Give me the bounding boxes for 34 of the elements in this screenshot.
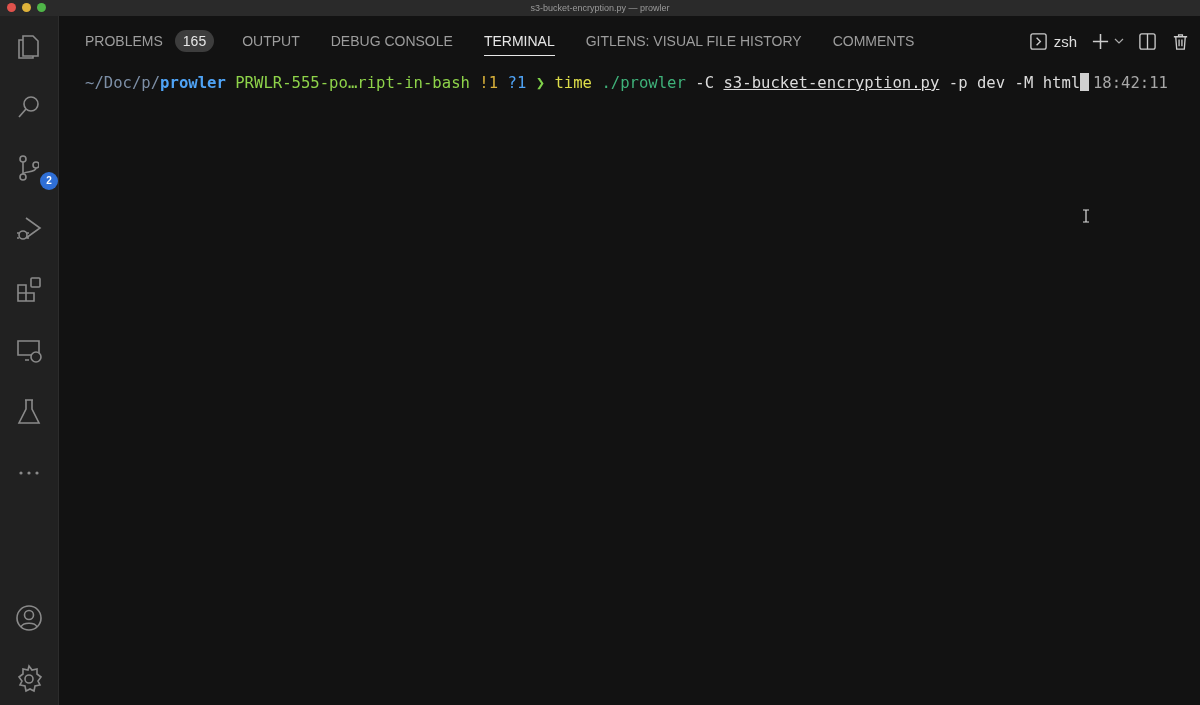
minimize-window-button[interactable] (22, 3, 31, 12)
panel-tab[interactable]: DEBUG CONSOLE (330, 26, 453, 56)
text-cursor-icon (1082, 209, 1090, 223)
panel-tab[interactable]: PROBLEMS (85, 26, 163, 56)
count-badge: 2 (40, 172, 58, 190)
terminal-name: zsh (1053, 32, 1077, 50)
command-text: ./prowler (601, 74, 686, 92)
text-cursor (1080, 73, 1090, 91)
file-argument: s3-bucket-encryption.py (723, 74, 940, 92)
terminal-icon (1028, 31, 1048, 51)
plus-icon[interactable] (1091, 31, 1110, 51)
panel-tab[interactable]: COMMENTS (832, 26, 915, 56)
directory-name: prowler (160, 74, 226, 92)
command-argument: -p dev -M html (948, 74, 1081, 92)
git-status: !1 (479, 74, 499, 92)
window-title: s3-bucket-encryption.py — prowler (530, 3, 670, 13)
maximize-window-button[interactable] (37, 3, 46, 12)
panel-tab[interactable]: TERMINAL (483, 26, 555, 56)
split-panel-icon[interactable] (1138, 31, 1157, 51)
close-window-button[interactable] (7, 3, 16, 12)
chevron-down-icon[interactable] (1114, 36, 1124, 46)
prompt-symbol: ❯ (535, 74, 546, 92)
git-branch: PRWLR-555-po…ript-in-bash (235, 74, 470, 92)
panel-tab[interactable]: OUTPUT (242, 26, 300, 56)
timestamp: 18:42:11 (1092, 73, 1168, 92)
account-icon[interactable] (13, 602, 45, 634)
command-text: time (554, 74, 592, 92)
panel-tab[interactable]: GITLENS: VISUAL FILE HISTORY (585, 26, 802, 56)
trash-icon[interactable] (1171, 31, 1190, 51)
count-badge: 165 (174, 30, 215, 52)
terminal-selector[interactable]: zsh (1028, 31, 1077, 51)
git-status: ?1 (507, 74, 527, 92)
path-text: ~/Doc/p/ (85, 74, 161, 92)
command-argument: -C (695, 74, 715, 92)
